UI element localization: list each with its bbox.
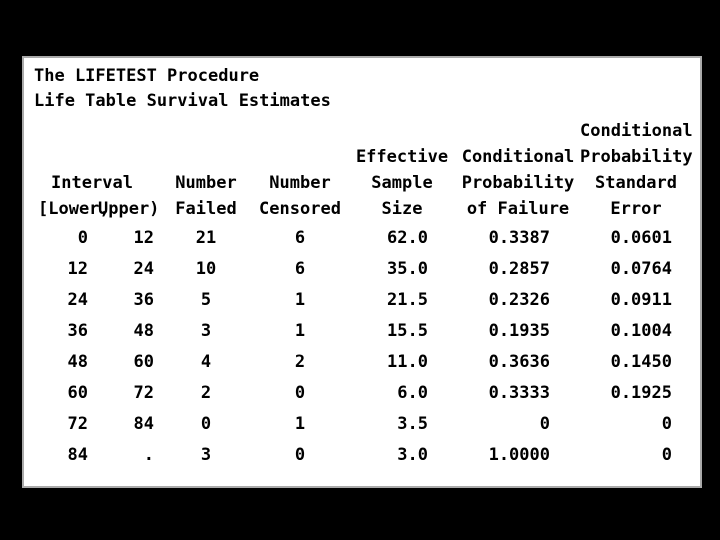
cell-upper: 60 — [92, 352, 160, 372]
cell-size: 3.0 — [348, 445, 456, 465]
cell-failed: 3 — [160, 321, 252, 341]
hdr-cp-2: Probability — [456, 173, 580, 193]
cell-lower: 72 — [24, 414, 92, 434]
hdr-se-4: Error — [580, 199, 692, 219]
cell-lower: 12 — [24, 259, 92, 279]
table-row: 36483115.50.19350.1004 — [24, 315, 700, 346]
procedure-title: The LIFETEST Procedure — [34, 66, 259, 86]
cell-failed: 3 — [160, 445, 252, 465]
hdr-eff-1: Effective — [348, 147, 456, 167]
cell-failed: 21 — [160, 228, 252, 248]
cell-size: 21.5 — [348, 290, 456, 310]
cell-failed: 2 — [160, 383, 252, 403]
header-row-2: Effective Conditional Probability — [24, 144, 700, 170]
cell-lower: 48 — [24, 352, 92, 372]
hdr-se-1: Conditional — [580, 121, 692, 141]
cell-upper: 72 — [92, 383, 160, 403]
hdr-cp-1: Conditional — [456, 147, 580, 167]
hdr-eff-3: Size — [348, 199, 456, 219]
header-row-1: Conditional — [24, 118, 700, 144]
cell-prob: 0.1935 — [456, 321, 580, 341]
cell-size: 15.5 — [348, 321, 456, 341]
output-panel: The LIFETEST Procedure Life Table Surviv… — [22, 56, 702, 488]
table-row: 122410635.00.28570.0764 — [24, 253, 700, 284]
cell-upper: 48 — [92, 321, 160, 341]
header-row-4: [Lower, Upper) Failed Censored Size of F… — [24, 196, 700, 222]
hdr-censored-1: Number — [252, 173, 348, 193]
cell-upper: 36 — [92, 290, 160, 310]
cell-lower: 60 — [24, 383, 92, 403]
cell-failed: 0 — [160, 414, 252, 434]
hdr-eff-2: Sample — [348, 173, 456, 193]
cell-failed: 5 — [160, 290, 252, 310]
hdr-failed-1: Number — [160, 173, 252, 193]
table-row: 7284013.500 — [24, 408, 700, 439]
cell-censored: 0 — [252, 445, 348, 465]
cell-prob: 1.0000 — [456, 445, 580, 465]
cell-se: 0 — [580, 414, 692, 434]
hdr-censored-2: Censored — [252, 199, 348, 219]
cell-upper: 12 — [92, 228, 160, 248]
table-row: 84.303.01.00000 — [24, 439, 700, 470]
header-row-3: Interval Number Number Sample Probabilit… — [24, 170, 700, 196]
table-title: Life Table Survival Estimates — [34, 91, 331, 111]
hdr-cp-3: of Failure — [456, 199, 580, 219]
cell-failed: 4 — [160, 352, 252, 372]
cell-prob: 0.2326 — [456, 290, 580, 310]
cell-se: 0.1925 — [580, 383, 692, 403]
table-row: 6072206.00.33330.1925 — [24, 377, 700, 408]
hdr-lower: [Lower, — [24, 199, 92, 219]
data-rows: 01221662.00.33870.0601122410635.00.28570… — [24, 222, 700, 470]
life-table: Conditional Effective Conditional Probab… — [24, 118, 700, 470]
cell-lower: 24 — [24, 290, 92, 310]
cell-prob: 0 — [456, 414, 580, 434]
table-row: 24365121.50.23260.0911 — [24, 284, 700, 315]
hdr-se-2: Probability — [580, 147, 692, 167]
cell-se: 0.1450 — [580, 352, 692, 372]
cell-failed: 10 — [160, 259, 252, 279]
cell-lower: 36 — [24, 321, 92, 341]
cell-censored: 6 — [252, 228, 348, 248]
cell-censored: 0 — [252, 383, 348, 403]
cell-upper: 84 — [92, 414, 160, 434]
cell-censored: 2 — [252, 352, 348, 372]
hdr-se-3: Standard — [580, 173, 692, 193]
cell-size: 6.0 — [348, 383, 456, 403]
table-row: 48604211.00.36360.1450 — [24, 346, 700, 377]
cell-se: 0.0601 — [580, 228, 692, 248]
cell-size: 62.0 — [348, 228, 456, 248]
cell-censored: 6 — [252, 259, 348, 279]
cell-prob: 0.2857 — [456, 259, 580, 279]
cell-size: 35.0 — [348, 259, 456, 279]
cell-censored: 1 — [252, 321, 348, 341]
cell-se: 0.1004 — [580, 321, 692, 341]
cell-size: 11.0 — [348, 352, 456, 372]
hdr-interval: Interval — [24, 173, 160, 193]
cell-censored: 1 — [252, 414, 348, 434]
cell-se: 0.0764 — [580, 259, 692, 279]
hdr-failed-2: Failed — [160, 199, 252, 219]
cell-upper: . — [92, 445, 160, 465]
cell-lower: 84 — [24, 445, 92, 465]
cell-lower: 0 — [24, 228, 92, 248]
cell-prob: 0.3333 — [456, 383, 580, 403]
cell-prob: 0.3387 — [456, 228, 580, 248]
cell-censored: 1 — [252, 290, 348, 310]
cell-upper: 24 — [92, 259, 160, 279]
cell-prob: 0.3636 — [456, 352, 580, 372]
cell-size: 3.5 — [348, 414, 456, 434]
hdr-upper: Upper) — [92, 199, 160, 219]
table-row: 01221662.00.33870.0601 — [24, 222, 700, 253]
cell-se: 0.0911 — [580, 290, 692, 310]
cell-se: 0 — [580, 445, 692, 465]
